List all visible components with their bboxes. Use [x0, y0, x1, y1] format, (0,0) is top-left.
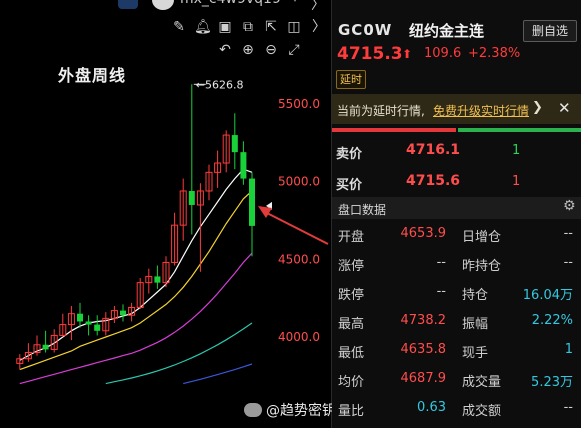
zoom-in-icon[interactable]: ⊕	[240, 42, 256, 58]
candle-body	[231, 135, 238, 153]
close-icon[interactable]: ✕	[558, 99, 571, 117]
collapse-icon[interactable]: 〉	[311, 0, 325, 14]
ask-price: 4716.1	[406, 142, 461, 158]
quote-panel: GC0W 纽约金主连 删自选 4715.3 ⬆ 109.6 +2.38% 延时 …	[332, 0, 581, 428]
stat-label: 均价	[338, 375, 365, 390]
window-icon[interactable]: ◫	[286, 19, 302, 35]
watermark: @趋势密钥	[244, 400, 336, 420]
watermark-text: @趋势密钥	[266, 403, 336, 419]
candle-body	[240, 152, 247, 179]
gear-icon[interactable]: ⚙	[563, 198, 576, 214]
stat-label: 最低	[338, 346, 365, 361]
edit-icon[interactable]: ✎	[171, 19, 187, 35]
candle-body	[154, 276, 161, 283]
stat-label: 振幅	[462, 317, 489, 332]
ma-line-4	[105, 322, 253, 385]
stat-value: --	[563, 226, 573, 241]
contract-name: 纽约金主连	[409, 22, 485, 40]
stat-label: 日增仓	[462, 230, 502, 245]
ma-line-5	[183, 363, 253, 385]
delay-badge: 延时	[336, 70, 366, 89]
candle-body	[249, 178, 255, 226]
top-toolbar: mx_c4w9vq19 ▾ 〉	[0, 0, 331, 14]
section-title: 盘口数据	[338, 203, 387, 217]
stat-value: 5.23万	[531, 375, 573, 390]
account-icon[interactable]	[118, 0, 138, 9]
stat-label: 开盘	[338, 230, 365, 245]
candle-body	[94, 324, 101, 331]
y-tick-label: 4500.0	[278, 252, 320, 266]
stat-value: --	[436, 284, 446, 299]
stat-label: 昨持仓	[462, 259, 502, 274]
weibo-icon	[244, 403, 262, 417]
candle-body	[85, 321, 92, 325]
stat-value: 16.04万	[522, 288, 573, 303]
stat-value: 0.63	[417, 400, 446, 415]
sell-pressure-bar	[458, 128, 581, 132]
stat-value: 4738.2	[400, 313, 447, 328]
stat-value: 4635.8	[400, 342, 447, 357]
ma-line-3	[19, 252, 253, 385]
avatar[interactable]	[152, 0, 174, 10]
ask-volume: 1	[512, 143, 521, 158]
arrow-up-icon: ⬆	[402, 47, 413, 61]
annotation-arrowhead	[258, 206, 272, 218]
stat-value: 4653.9	[400, 226, 447, 241]
delay-notice-text: 当前为延时行情,	[337, 104, 425, 118]
y-tick-label: 5500.0	[278, 97, 320, 111]
buy-pressure-bar	[332, 128, 456, 132]
chart-title: 外盘周线	[58, 66, 127, 85]
panel-collapse-icon[interactable]: 〉	[311, 19, 327, 35]
ask-label: 卖价	[336, 147, 363, 162]
copy-icon[interactable]: ⧉	[240, 19, 256, 35]
chevron-right-icon[interactable]: ❯	[532, 100, 543, 115]
candlestick-chart[interactable]: 5500.0 5000.0 4500.0 4000.0 ←5626.8	[0, 0, 331, 428]
contract-code: GC0W	[338, 21, 393, 39]
undo-icon[interactable]: ↶	[217, 42, 233, 58]
remove-watchlist-button[interactable]: 删自选	[523, 20, 577, 42]
peak-label: ←5626.8	[196, 78, 244, 91]
stat-label: 涨停	[338, 259, 365, 274]
candle-body	[42, 344, 49, 350]
bid-label: 买价	[336, 178, 363, 193]
stat-label: 跌停	[338, 288, 365, 303]
annotation-arrow	[264, 211, 329, 245]
stat-value: --	[563, 400, 573, 415]
candle-body	[188, 190, 195, 205]
stat-label: 量比	[338, 404, 365, 419]
chevron-down-icon[interactable]: ▾	[292, 0, 298, 5]
zoom-out-icon[interactable]: ⊖	[263, 42, 279, 58]
delay-notice-banner: 当前为延时行情, 免费升级实时行情 ❯ ✕	[332, 94, 581, 124]
fullscreen-icon[interactable]: ⤢	[286, 42, 302, 58]
bid-volume: 1	[512, 174, 521, 189]
bell-icon[interactable]: 🔔︎	[194, 19, 212, 35]
candle-body	[120, 310, 126, 316]
candle-body	[77, 313, 83, 322]
export-icon[interactable]: ⇱	[263, 19, 279, 35]
account-label[interactable]: mx_c4w9vq19	[180, 0, 281, 7]
stat-label: 最高	[338, 317, 365, 332]
y-tick-label: 4000.0	[278, 330, 320, 344]
price-change: 109.6	[424, 46, 462, 61]
screenshot-icon[interactable]: ▣	[217, 19, 233, 35]
market-data-header: 盘口数据 ⚙	[332, 197, 581, 219]
stat-value: 4687.9	[400, 371, 447, 386]
stat-label: 持仓	[462, 288, 489, 303]
stat-label: 现手	[462, 346, 489, 361]
stat-label: 成交量	[462, 375, 502, 390]
bid-price: 4715.6	[406, 173, 461, 189]
y-tick-label: 5000.0	[278, 175, 320, 189]
stat-label: 成交额	[462, 404, 502, 419]
stat-value: --	[436, 255, 446, 270]
price-change-pct: +2.38%	[468, 46, 521, 61]
stat-value: 1	[564, 342, 573, 357]
stat-value: 2.22%	[531, 313, 573, 328]
stat-value: --	[563, 255, 573, 270]
last-price: 4715.3	[337, 44, 403, 64]
upgrade-realtime-link[interactable]: 免费升级实时行情	[433, 102, 529, 119]
